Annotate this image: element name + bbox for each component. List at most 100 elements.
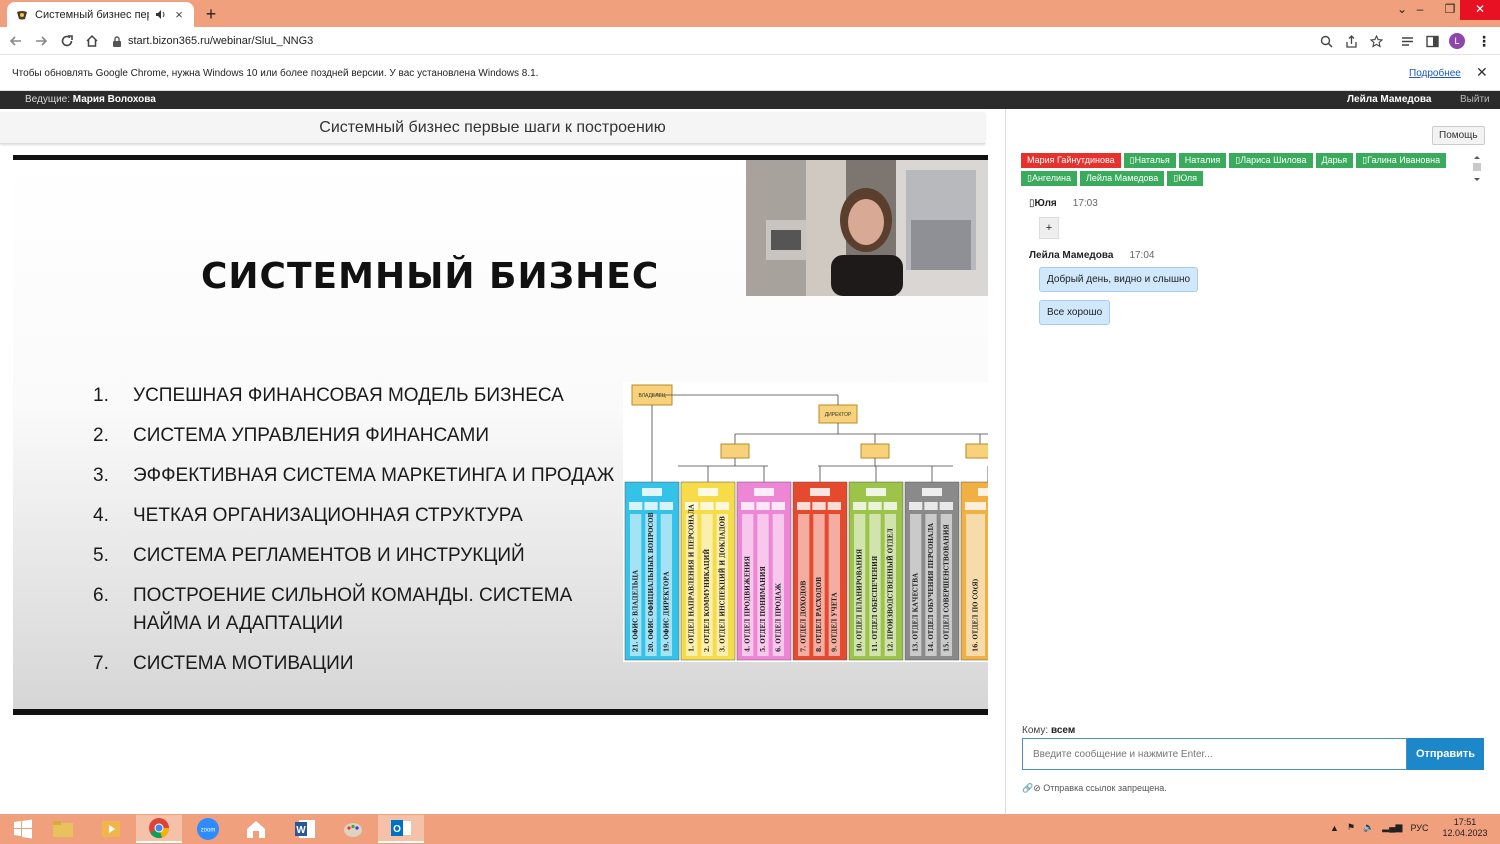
reaction-plus-button[interactable]: + — [1039, 217, 1059, 239]
home-icon[interactable] — [82, 31, 102, 51]
help-button[interactable]: Помощь — [1432, 126, 1485, 145]
browser-toolbar: start.bizon365.ru/webinar/SluL_NNG3 L ⋮ — [0, 27, 1500, 55]
org-department-label: 5. ОТДЕЛ ПОНИМАНИЯ — [760, 566, 767, 652]
user-badge[interactable]: Наталия — [1178, 153, 1227, 168]
org-department-label: 7. ОТДЕЛ ДОХОДОВ — [801, 581, 808, 652]
org-sub-head — [797, 502, 811, 510]
reload-icon[interactable] — [57, 31, 77, 51]
window-close-icon[interactable]: ✕ — [1460, 0, 1500, 20]
minimize-icon[interactable]: – — [1405, 0, 1435, 20]
network-icon[interactable]: ▂▄▆ — [1382, 822, 1402, 833]
link-icon: 🔗 — [1022, 783, 1034, 793]
outlook-icon[interactable]: O — [378, 815, 424, 843]
org-sub-head — [812, 502, 826, 510]
host-info: Ведущие: Мария Волохова — [25, 94, 156, 105]
flag-icon[interactable]: ⚑ — [1347, 822, 1355, 833]
message-header: ▯Юля 17:03 — [1029, 198, 1098, 209]
presenter-video — [746, 160, 988, 296]
clock[interactable]: 17:51 12.04.2023 — [1440, 817, 1490, 839]
org-department-label: 20. ОФИС ОФИЦИАЛЬНЫХ ВОПРОСОВ — [648, 512, 655, 652]
menu-dots-icon[interactable]: ⋮ — [1474, 31, 1494, 51]
org-department-label: 9. ОТДЕЛ УЧЕТА — [831, 592, 838, 652]
infobar-close-icon[interactable]: ✕ — [1476, 64, 1488, 81]
tray-chevron-up-icon[interactable]: ▲ — [1330, 823, 1339, 833]
message-time: 17:04 — [1129, 250, 1155, 261]
logout-link[interactable]: Выйти — [1460, 94, 1490, 105]
volume-icon[interactable]: 🔈 — [1363, 822, 1374, 833]
org-department-label: 8. ОТДЕЛ РАСХОДОВ — [816, 577, 823, 652]
zoom-app-icon[interactable]: zoom — [185, 815, 231, 843]
infobar-more-link[interactable]: Подробнее — [1409, 68, 1461, 79]
side-panel-icon[interactable] — [1422, 31, 1442, 51]
language-indicator[interactable]: РУС — [1410, 823, 1428, 833]
reading-list-icon[interactable] — [1397, 31, 1417, 51]
org-sub-head — [629, 502, 643, 510]
org-department-label: 1. ОТДЕЛ НАПРАВЛЕНИЯ И ПЕРСОНАЛА — [689, 504, 696, 652]
new-tab-icon[interactable]: + — [200, 3, 222, 25]
forward-arrow-icon[interactable] — [31, 31, 51, 51]
presentation-slide: СИСТЕМНЫЙ БИЗНЕС 1. УСПЕШНАЯ ФИНАНСОВАЯ М… — [13, 155, 988, 715]
message-header: Лейла Мамедова 17:04 — [1029, 250, 1154, 261]
slide-list-item: 6. ПОСТРОЕНИЕ СИЛЬНОЙ КОМАНДЫ. СИСТЕМА НА… — [93, 582, 633, 638]
media-player-icon[interactable] — [88, 815, 134, 843]
org-sub-head — [939, 502, 953, 510]
org-department-label: 11. ОТДЕЛ ОБЕСПЕЧЕНИЯ — [872, 555, 879, 652]
chrome-icon[interactable] — [136, 815, 182, 843]
user-badge[interactable]: ▯Ангелина — [1021, 171, 1077, 186]
user-badge[interactable]: ▯Юля — [1167, 171, 1203, 186]
users-scrollbar[interactable] — [1472, 154, 1482, 184]
org-sub-head — [883, 502, 897, 510]
tab-title: Системный бизнес первые шаги к построени… — [35, 8, 149, 21]
message-input[interactable] — [1022, 738, 1407, 770]
org-department-label: 3. ОТДЕЛ ИНСПЕКЦИЙ И ДОКЛАДОВ — [718, 516, 726, 652]
speaker-icon[interactable] — [155, 9, 166, 20]
org-chart: ВЛАДЕЛЕЦ ДИРЕКТОР 21. ОФИС ВЛАДЕЛЬЦА 20. ОФ… — [623, 382, 988, 662]
user-badge[interactable]: Лейла Мамедова — [1079, 171, 1165, 186]
slide-list-text: ЭФФЕКТИВНАЯ СИСТЕМА МАРКЕТИНГА И ПРОДАЖ — [133, 465, 615, 486]
link-policy-text: Отправка ссылок запрещена. — [1043, 783, 1167, 793]
org-sub-head — [659, 502, 673, 510]
org-sub-head — [853, 502, 867, 510]
send-button[interactable]: Отправить — [1407, 738, 1484, 770]
share-icon[interactable] — [1341, 31, 1361, 51]
slide-list-number: 3. — [93, 465, 109, 486]
profile-avatar[interactable]: L — [1447, 31, 1467, 51]
address-bar[interactable]: start.bizon365.ru/webinar/SluL_NNG3 — [112, 30, 1392, 52]
file-explorer-icon[interactable] — [40, 815, 86, 843]
user-badge[interactable]: Дарья — [1315, 153, 1354, 168]
browser-tab-strip: Системный бизнес первые шаги к построени… — [0, 0, 1500, 27]
org-sub-head — [909, 502, 923, 510]
org-sub-head — [771, 502, 785, 510]
word-icon[interactable]: W — [282, 815, 328, 843]
slide-title: СИСТЕМНЫЙ БИЗНЕС — [201, 256, 660, 297]
back-arrow-icon[interactable] — [6, 31, 26, 51]
tab-close-icon[interactable]: × — [172, 7, 186, 22]
user-badge[interactable]: Мария Гайнутдинова — [1021, 153, 1121, 168]
user-badge[interactable]: ▯Лариса Шилова — [1229, 153, 1313, 168]
clock-time: 17:51 — [1453, 817, 1477, 827]
link-policy-note: 🔗⊘ Отправка ссылок запрещена. — [1022, 783, 1167, 794]
zoom-icon[interactable] — [1316, 31, 1336, 51]
slide-list-text: СИСТЕМА УПРАВЛЕНИЯ ФИНАНСАМИ — [133, 425, 489, 446]
chat-panel: Помощь Мария Гайнутдинова ▯Наталья Наталия… — [1005, 109, 1500, 814]
org-column-head — [698, 488, 718, 496]
slide-list-text: СИСТЕМА РЕГЛАМЕНТОВ И ИНСТРУКЦИЙ — [133, 545, 525, 566]
user-badge[interactable]: ▯Наталья — [1123, 153, 1176, 168]
org-column-head — [810, 488, 830, 496]
user-badge[interactable]: ▯Галина Ивановна — [1356, 153, 1447, 168]
org-sub-head — [965, 502, 986, 510]
paint-icon[interactable] — [330, 815, 376, 843]
org-sub-head — [644, 502, 658, 510]
org-department-label: 16. ОТДЕЛ ПО СО(Я) — [973, 578, 980, 652]
url-text: start.bizon365.ru/webinar/SluL_NNG3 — [128, 35, 314, 47]
browser-tab[interactable]: Системный бизнес первые шаги к построени… — [7, 2, 194, 27]
org-sub-head — [924, 502, 938, 510]
slide-list-number: 1. — [93, 385, 109, 406]
org-sub-head — [700, 502, 714, 510]
home-app-icon[interactable] — [233, 815, 279, 843]
profile-initial: L — [1449, 33, 1465, 49]
presentation-area: Системный бизнес первые шаги к построени… — [0, 109, 1005, 814]
bookmark-star-icon[interactable] — [1366, 31, 1386, 51]
recipient-selector[interactable]: Кому: всем — [1022, 725, 1075, 736]
slide-list: 1. УСПЕШНАЯ ФИНАНСОВАЯ МОДЕЛЬ БИЗНЕСА 2. СИ… — [93, 382, 633, 690]
